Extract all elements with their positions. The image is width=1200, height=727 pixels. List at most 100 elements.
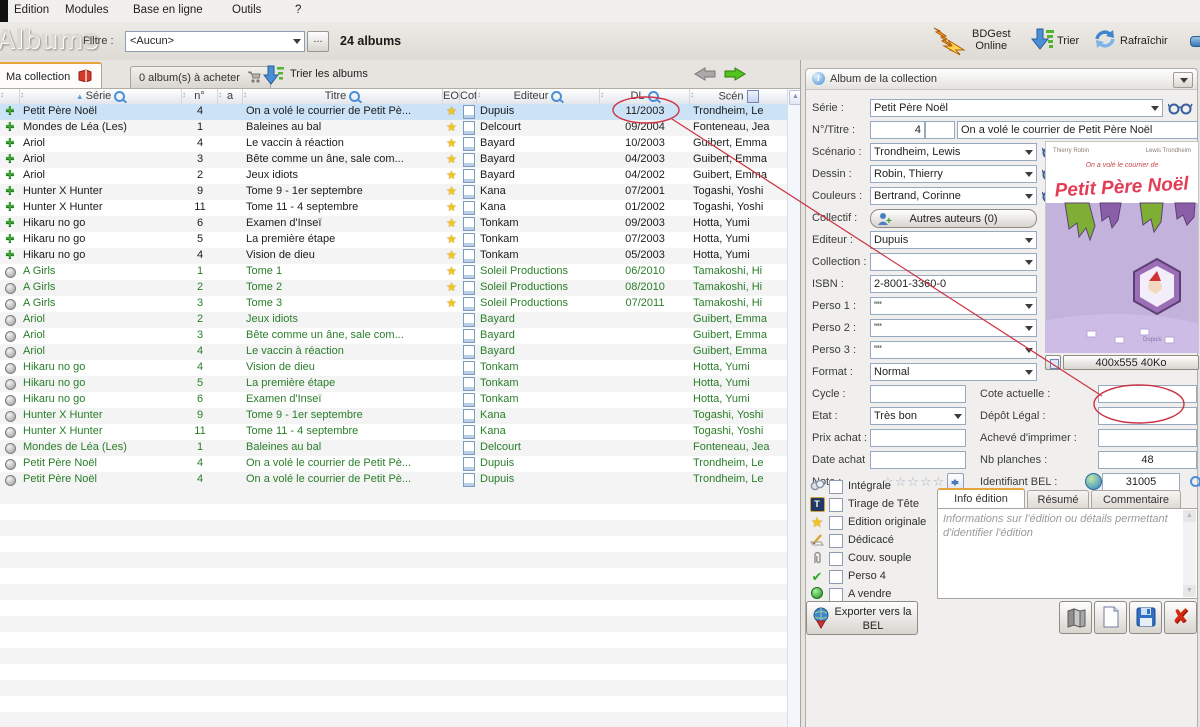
cover-zoom-icon[interactable] bbox=[1045, 355, 1061, 370]
collection-select[interactable] bbox=[870, 253, 1037, 271]
table-row[interactable]: ✚Hikaru no go4Vision de dieu★Tonkam05/20… bbox=[0, 248, 787, 264]
cycle-input[interactable] bbox=[870, 385, 966, 403]
table-row[interactable]: A Girls2Tome 2★Soleil Productions08/2010… bbox=[0, 280, 787, 296]
num2-input[interactable] bbox=[925, 121, 955, 139]
trier-icon[interactable] bbox=[1030, 26, 1056, 52]
column-header-titre[interactable]: ↕Titre bbox=[243, 89, 443, 104]
table-row[interactable]: ✚Hunter X Hunter9Tome 9 - 1er septembre★… bbox=[0, 184, 787, 200]
table-row[interactable]: Hunter X Hunter11Tome 11 - 4 septembreKa… bbox=[0, 424, 787, 440]
bel-search-icon[interactable] bbox=[1190, 476, 1200, 487]
column-header-scen[interactable]: ↕Scén bbox=[690, 89, 787, 104]
browse-albums-button[interactable] bbox=[1059, 601, 1092, 634]
column-header-serie[interactable]: ↕▲Série bbox=[20, 89, 182, 104]
identifiant-bel-input[interactable]: 31005 bbox=[1102, 473, 1180, 491]
checkbox[interactable] bbox=[829, 570, 843, 584]
nb-planches-input[interactable]: 48 bbox=[1098, 451, 1197, 469]
search-glasses-icon[interactable] bbox=[1168, 101, 1194, 115]
table-row[interactable]: Mondes de Léa (Les)1Baleines au balDelco… bbox=[0, 440, 787, 456]
search-icon[interactable] bbox=[551, 91, 562, 102]
textarea-scrollbar[interactable]: ▲▼ bbox=[1183, 510, 1196, 597]
delete-button[interactable]: ✘ bbox=[1164, 601, 1197, 634]
table-scrollbar[interactable]: ▲ bbox=[787, 89, 801, 727]
tab-commentaire[interactable]: Commentaire bbox=[1091, 490, 1181, 509]
table-row[interactable]: ✚Hikaru no go6Examen d'Inseï★Tonkam09/20… bbox=[0, 216, 787, 232]
checkbox[interactable] bbox=[829, 588, 843, 602]
table-row[interactable]: ✚Ariol3Bête comme un âne, sale com...★Ba… bbox=[0, 152, 787, 168]
checkbox[interactable] bbox=[829, 516, 843, 530]
panel-collapse-button[interactable] bbox=[1173, 72, 1193, 88]
column-header-num[interactable]: ↕n° bbox=[182, 89, 218, 104]
checkbox[interactable] bbox=[829, 534, 843, 548]
export-bel-button[interactable]: Exporter vers la BEL bbox=[806, 601, 918, 635]
cote-actuelle-input[interactable] bbox=[1098, 385, 1197, 403]
table-row[interactable]: ✚Ariol4Le vaccin à réaction★Bayard10/200… bbox=[0, 136, 787, 152]
dessin-select[interactable]: Robin, Thierry bbox=[870, 165, 1037, 183]
prix-achat-input[interactable] bbox=[870, 429, 966, 447]
table-row[interactable]: Ariol4Le vaccin à réactionBayardGuibert,… bbox=[0, 344, 787, 360]
table-row[interactable]: Hikaru no go4Vision de dieuTonkamHotta, … bbox=[0, 360, 787, 376]
editeur-select[interactable]: Dupuis bbox=[870, 231, 1037, 249]
couleurs-select[interactable]: Bertrand, Corinne bbox=[870, 187, 1037, 205]
menu-base-en-ligne[interactable]: Base en ligne bbox=[133, 4, 203, 16]
trier-label[interactable]: Trier bbox=[1057, 35, 1079, 47]
checkbox[interactable] bbox=[829, 498, 843, 512]
refresh-icon[interactable] bbox=[1092, 26, 1118, 52]
format-select[interactable]: Normal bbox=[870, 363, 1037, 381]
titre-input[interactable]: On a volé le courrier de Petit Père Noël bbox=[957, 121, 1198, 139]
bdgest-online-icon[interactable] bbox=[930, 26, 968, 56]
perso1-select[interactable]: "" bbox=[870, 297, 1037, 315]
column-header-editeur[interactable]: ↕Editeur bbox=[477, 89, 600, 104]
search-icon[interactable] bbox=[114, 91, 125, 102]
column-header-icon[interactable]: ↕ bbox=[0, 89, 20, 104]
table-row[interactable]: Petit Père Noël4On a volé le courrier de… bbox=[0, 472, 787, 488]
table-row[interactable]: Hikaru no go6Examen d'InseïTonkamHotta, … bbox=[0, 392, 787, 408]
table-row[interactable]: Ariol2Jeux idiotsBayardGuibert, Emma bbox=[0, 312, 787, 328]
table-row[interactable]: A Girls1Tome 1★Soleil Productions06/2010… bbox=[0, 264, 787, 280]
trier-les-albums-button[interactable]: Trier les albums bbox=[262, 64, 286, 89]
filter-more-button[interactable]: ... bbox=[307, 31, 329, 52]
checkbox[interactable] bbox=[829, 480, 843, 494]
checkbox[interactable] bbox=[829, 552, 843, 566]
search-icon[interactable] bbox=[349, 91, 360, 102]
etat-select[interactable]: Très bon bbox=[870, 407, 966, 425]
column-picker-icon[interactable] bbox=[747, 90, 759, 103]
depot-legal-input[interactable] bbox=[1098, 407, 1197, 425]
num-input[interactable]: 4 bbox=[870, 121, 925, 139]
table-row[interactable]: ✚Hikaru no go5La première étape★Tonkam07… bbox=[0, 232, 787, 248]
table-row[interactable]: ✚Hunter X Hunter11Tome 11 - 4 septembre★… bbox=[0, 200, 787, 216]
table-row[interactable]: ✚Mondes de Léa (Les)1Baleines au bal★Del… bbox=[0, 120, 787, 136]
menu-outils[interactable]: Outils bbox=[232, 4, 261, 16]
bdgest-online-label[interactable]: BDGestOnline bbox=[972, 28, 1011, 52]
tab-info-edition[interactable]: Info édition bbox=[937, 488, 1025, 508]
column-header-eo[interactable]: EO bbox=[443, 89, 460, 104]
filter-select[interactable]: <Aucun> bbox=[125, 31, 305, 52]
menu-modules[interactable]: Modules bbox=[65, 4, 108, 16]
column-header-cot[interactable]: Cot bbox=[460, 89, 477, 104]
table-row[interactable]: A Girls3Tome 3★Soleil Productions07/2011… bbox=[0, 296, 787, 312]
table-row[interactable]: ✚Petit Père Noël4On a volé le courrier d… bbox=[0, 104, 787, 120]
menu-help[interactable]: ? bbox=[295, 4, 301, 16]
date-achat-input[interactable] bbox=[870, 451, 966, 469]
table-row[interactable]: ✚Ariol2Jeux idiots★Bayard04/2002Guibert,… bbox=[0, 168, 787, 184]
refresh-label[interactable]: Rafraîchir bbox=[1120, 35, 1168, 47]
column-header-dl[interactable]: ↕DL bbox=[600, 89, 690, 104]
perso3-select[interactable]: "" bbox=[870, 341, 1037, 359]
album-cover[interactable]: Thierry Robin Lewis Trondheim On a volé … bbox=[1045, 141, 1199, 353]
table-row[interactable]: Hunter X Hunter9Tome 9 - 1er septembreKa… bbox=[0, 408, 787, 424]
new-album-button[interactable] bbox=[1094, 601, 1127, 634]
tab-ma-collection[interactable]: Ma collection bbox=[0, 62, 102, 88]
tab-resume[interactable]: Résumé bbox=[1027, 490, 1089, 509]
column-header-a[interactable]: ↕a bbox=[218, 89, 243, 104]
acheve-imprimer-input[interactable] bbox=[1098, 429, 1197, 447]
perso2-select[interactable]: "" bbox=[870, 319, 1037, 337]
table-row[interactable]: Petit Père Noël4On a volé le courrier de… bbox=[0, 456, 787, 472]
menu-edition[interactable]: Edition bbox=[14, 4, 49, 16]
info-edition-textarea[interactable]: Informations sur l'édition ou détails pe… bbox=[937, 508, 1198, 599]
tab-albums-a-acheter[interactable]: 0 album(s) à acheter bbox=[130, 66, 271, 88]
serie-select[interactable]: Petit Père Noël bbox=[870, 99, 1163, 117]
autres-auteurs-button[interactable]: + Autres auteurs (0) bbox=[870, 209, 1037, 228]
table-row[interactable]: Hikaru no go5La première étapeTonkamHott… bbox=[0, 376, 787, 392]
scenario-select[interactable]: Trondheim, Lewis bbox=[870, 143, 1037, 161]
toolbar-extra-icon[interactable] bbox=[1190, 36, 1200, 47]
isbn-input[interactable]: 2-8001-3360-0 bbox=[870, 275, 1037, 293]
